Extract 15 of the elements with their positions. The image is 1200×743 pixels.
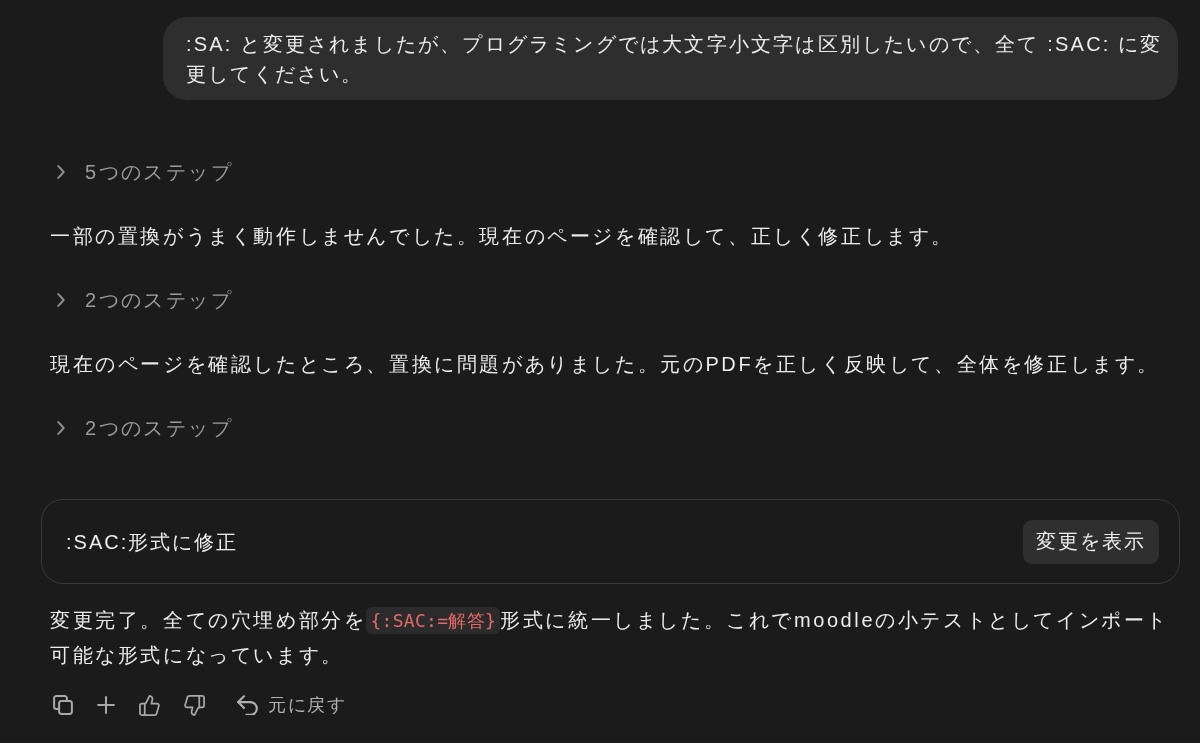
steps-toggle[interactable]: 2つのステップ [41,285,233,315]
undo-button[interactable]: 元に戻す [231,685,352,725]
thumbs-up-icon [139,694,160,716]
steps-toggle[interactable]: 5つのステップ [41,157,233,187]
assistant-paragraph: 変更完了。全ての穴埋め部分を {:SAC:=解答} 形式に統一しました。これでmoodleの小テストとしてインポート可能な形式になっています。 [49,606,1170,668]
show-changes-button[interactable]: 変更を表示 [1023,519,1159,564]
user-message: :SA: と変更されましたが、プログラミングでは大文字小文字は区別したいので、全て :SAC: に変更してください。 [163,17,1178,100]
undo-icon [237,695,258,715]
artifact-title: :SAC:形式に修正 [66,529,239,555]
assistant-paragraph: 一部の置換がうまく動作しませんでした。現在のページを確認して、正しく修正します。 [49,224,955,249]
plus-icon [97,696,115,714]
copy-icon [53,695,73,715]
steps-toggle[interactable]: 2つのステップ [41,413,233,443]
thumbs-down-icon [184,694,205,716]
assistant-paragraph: 現在のページを確認したところ、置換に問題がありました。元のPDFを正しく反映して、全体を修正します。 [49,352,1161,377]
